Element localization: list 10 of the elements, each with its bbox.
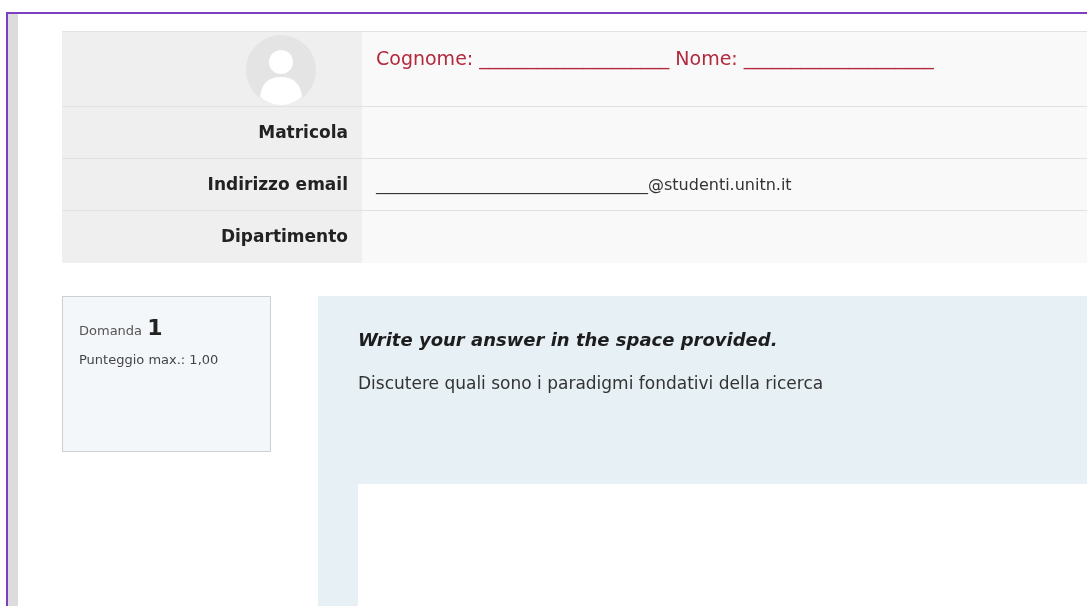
name-line: Cognome: ____________________ Nome: ____________________ xyxy=(376,46,934,72)
field-value: __________________________________@studenti.unitn.it xyxy=(376,174,792,194)
field-label: Dipartimento xyxy=(62,210,362,263)
max-score: Punteggio max.: 1,00 xyxy=(79,350,220,369)
instruction-text: Write your answer in the space provided. xyxy=(358,327,779,352)
question-text: Discutere quali sono i paradigmi fondativi della ricerca xyxy=(358,371,825,395)
field-label: Matricola xyxy=(62,106,362,159)
question-label: Domanda xyxy=(79,322,143,338)
field-label: Indirizzo email xyxy=(62,158,362,211)
question-number: 1 xyxy=(147,314,163,340)
